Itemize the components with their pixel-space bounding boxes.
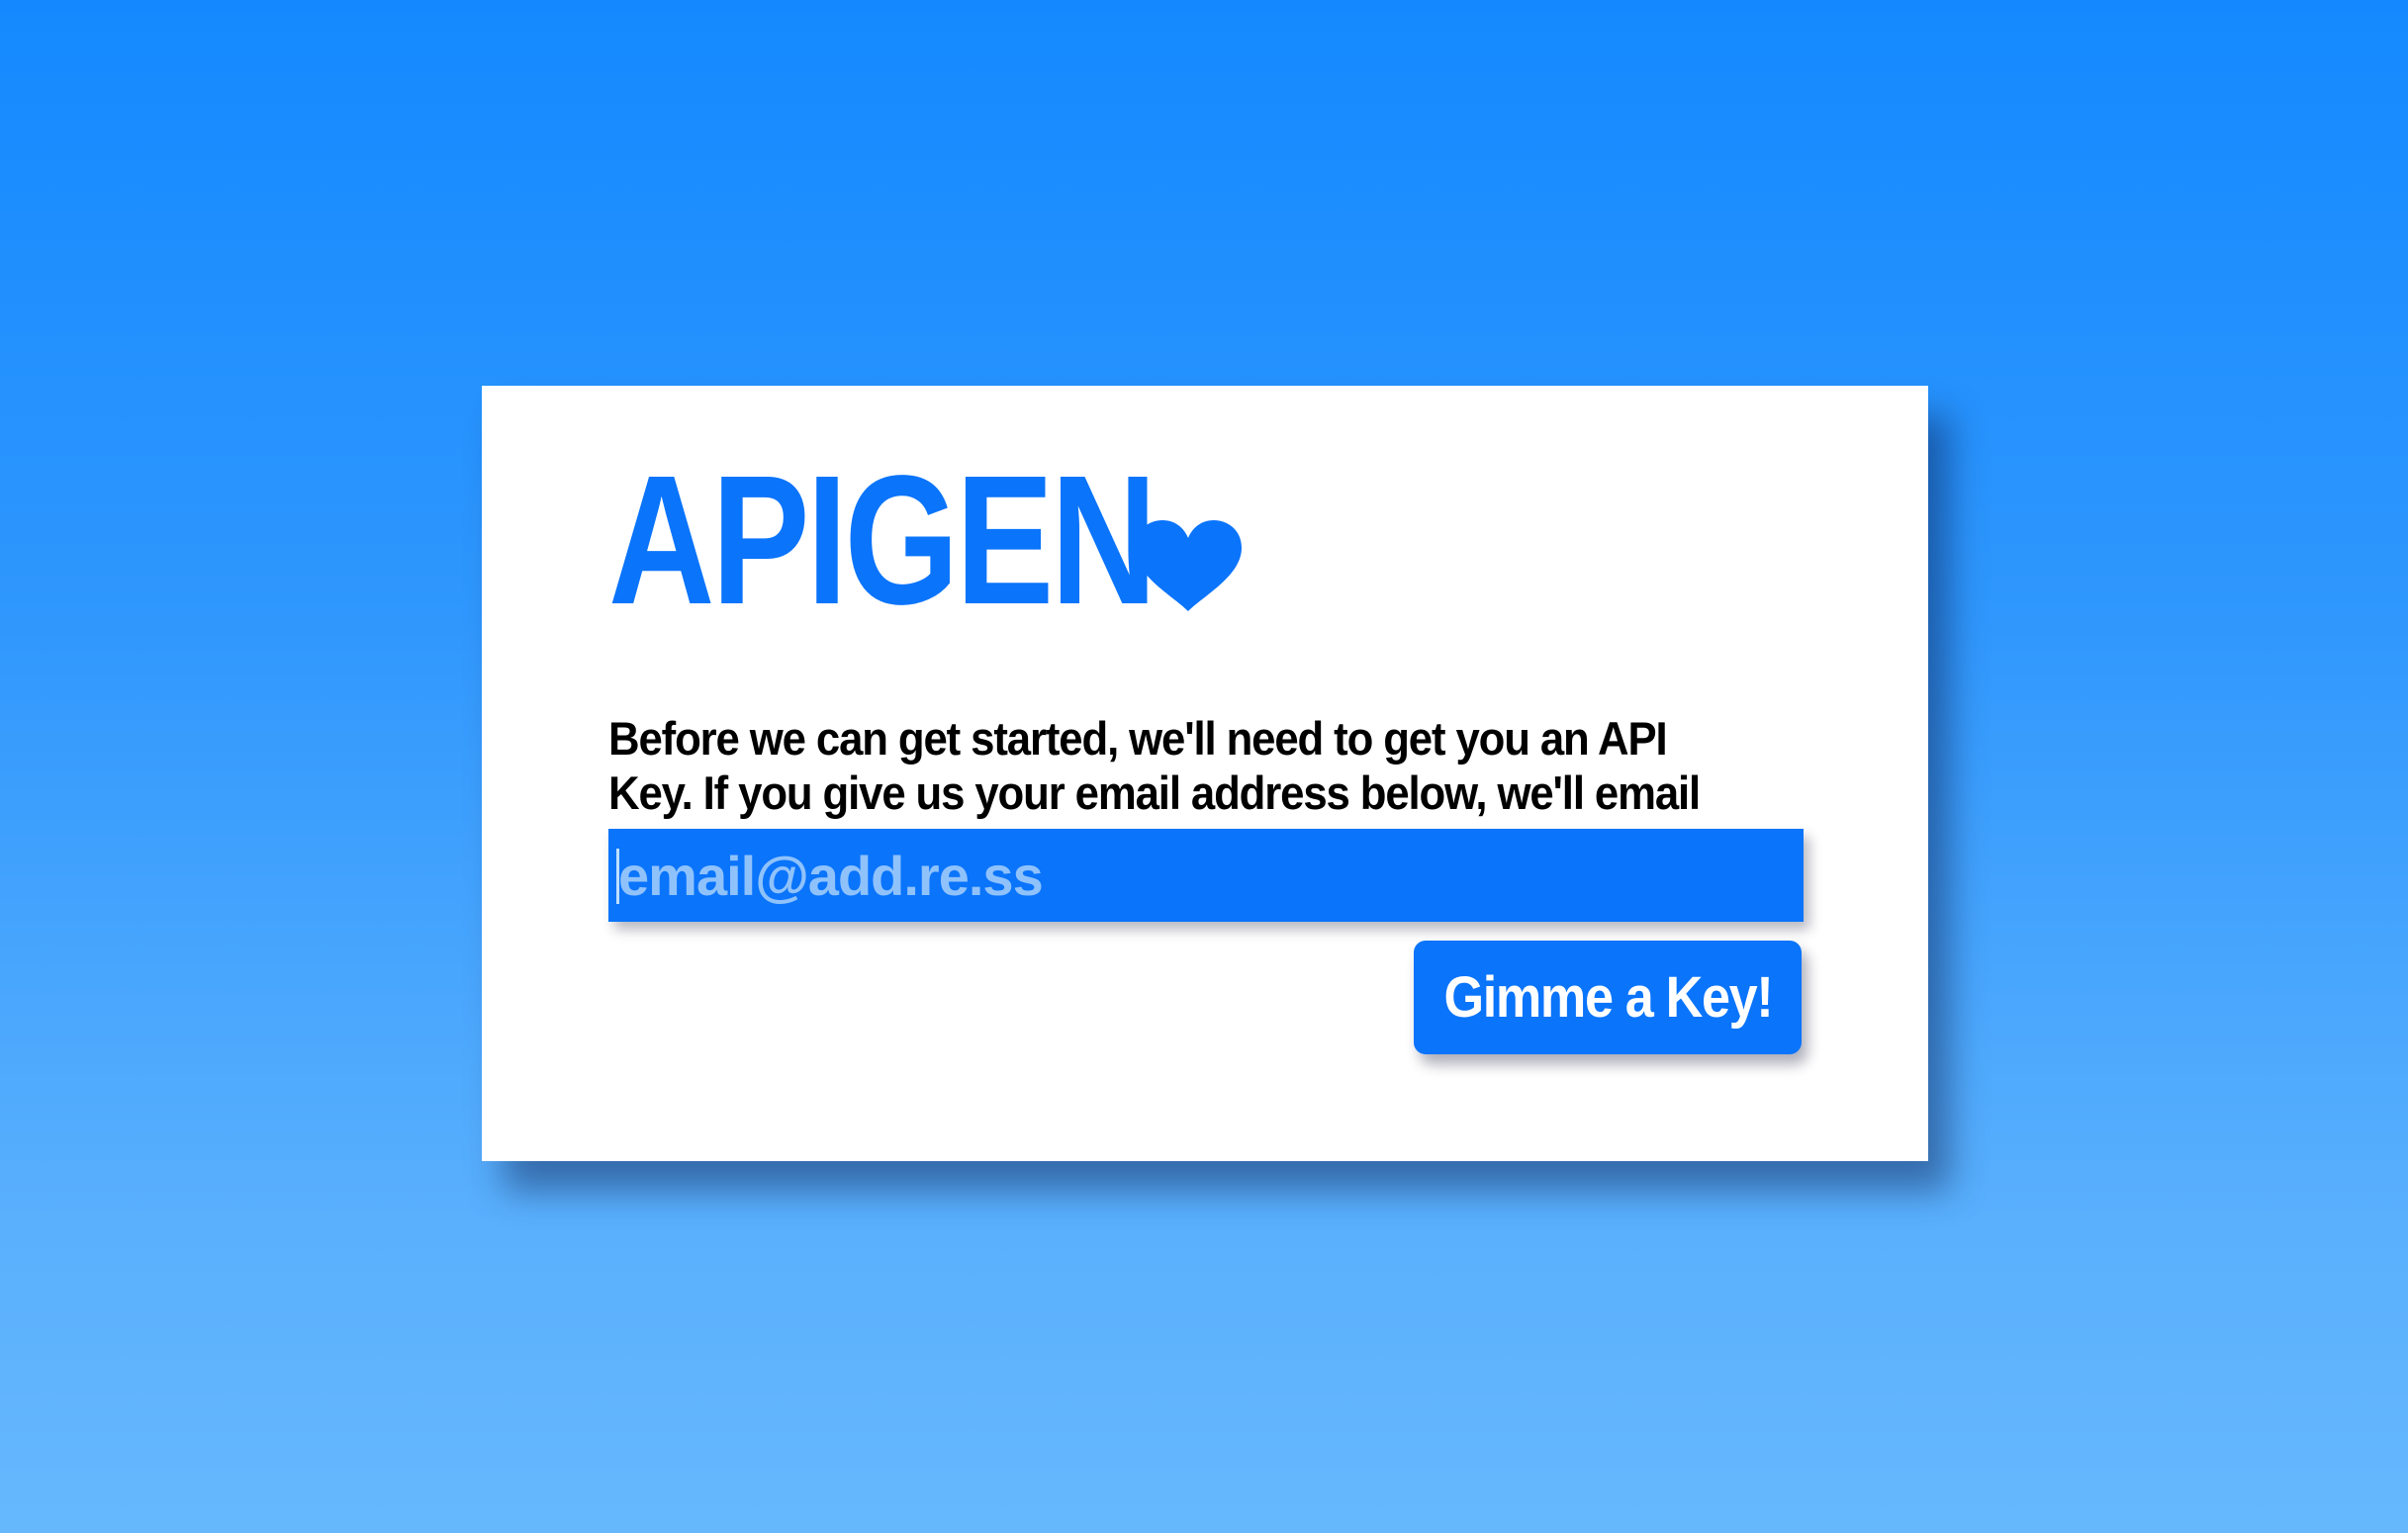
gimme-key-button[interactable]: Gimme a Key! <box>1414 941 1802 1054</box>
app-logo: APIGEN <box>608 438 1244 643</box>
signup-card: APIGEN Before we can get started, we'll … <box>482 386 1928 1161</box>
logo-text: APIGEN <box>608 438 1158 643</box>
text-caret <box>616 849 619 904</box>
email-input[interactable] <box>608 829 1804 922</box>
gimme-key-button-label: Gimme a Key! <box>1443 965 1773 1030</box>
